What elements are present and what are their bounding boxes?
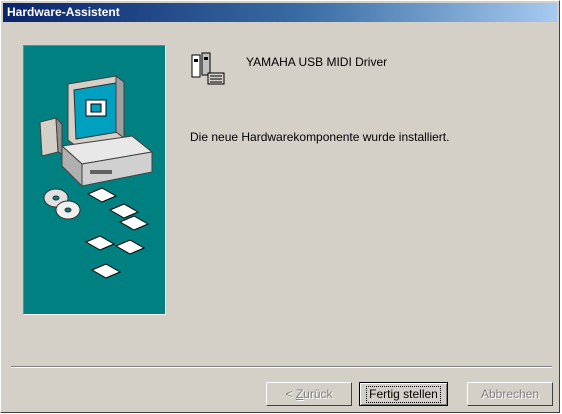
back-button-label: urück	[303, 386, 333, 401]
cancel-button-label: Abbrechen	[480, 386, 540, 401]
button-separator	[11, 366, 552, 368]
computer-illustration-icon	[39, 75, 154, 279]
install-status-message: Die neue Hardwarekomponente wurde instal…	[190, 130, 450, 144]
cancel-button[interactable]: Abbrechen	[467, 382, 553, 406]
wizard-side-panel	[23, 45, 166, 315]
back-button[interactable]: < Zurück	[266, 382, 352, 406]
midi-device-icon	[191, 52, 225, 85]
finish-button-label: Fertig stellen	[366, 385, 441, 403]
device-name: YAMAHA USB MIDI Driver	[246, 55, 388, 69]
finish-button[interactable]: Fertig stellen	[359, 382, 448, 406]
title-bar[interactable]: Hardware-Assistent	[3, 3, 557, 22]
back-button-prefix: <	[285, 386, 296, 401]
window-title: Hardware-Assistent	[7, 5, 120, 19]
wizard-window: Hardware-Assistent YAMAHA USB MIDI Drive…	[0, 0, 560, 413]
